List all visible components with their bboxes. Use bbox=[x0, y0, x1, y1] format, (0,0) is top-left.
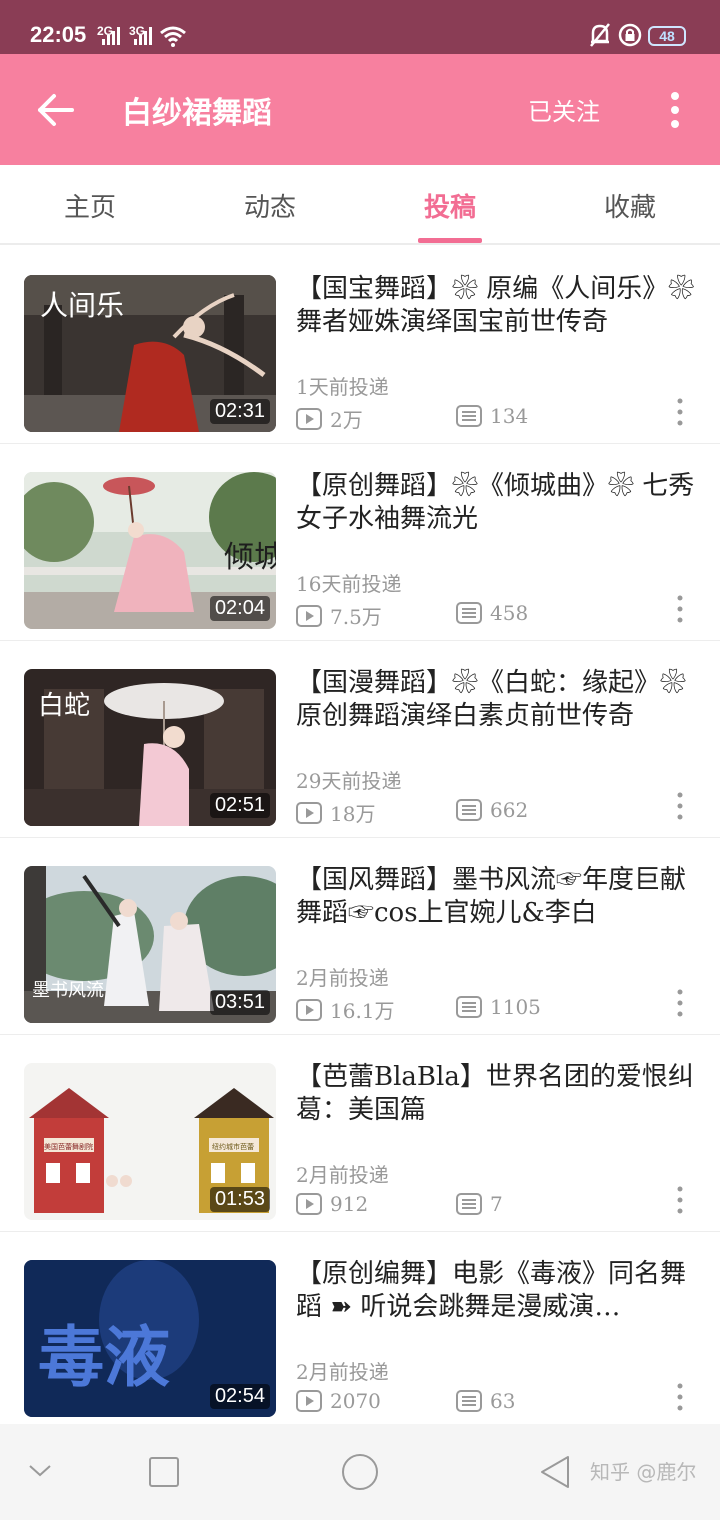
view-count: 912 bbox=[296, 1192, 368, 1216]
play-icon bbox=[296, 1193, 322, 1215]
chevron-down-icon[interactable] bbox=[26, 1460, 54, 1480]
comment-count: 458 bbox=[456, 601, 528, 625]
item-more-icon[interactable] bbox=[672, 791, 688, 821]
thumb-caption: 美国芭蕾舞剧院 bbox=[44, 1142, 93, 1151]
page-title: 白纱裙舞蹈 bbox=[122, 96, 272, 131]
comment-icon bbox=[456, 405, 482, 427]
video-title[interactable]: 【国风舞蹈】墨书风流☞年度巨献舞蹈☞cos上官婉儿&李白 bbox=[296, 864, 696, 930]
video-duration: 01:53 bbox=[209, 1187, 270, 1212]
app-bar: 白纱裙舞蹈 已关注 bbox=[0, 54, 720, 165]
item-more-icon[interactable] bbox=[672, 594, 688, 624]
tab-submissions[interactable]: 投稿 bbox=[360, 187, 540, 224]
comment-count: 134 bbox=[456, 404, 528, 428]
item-more-icon[interactable] bbox=[672, 1382, 688, 1412]
active-tab-indicator bbox=[418, 238, 482, 243]
comment-count: 7 bbox=[456, 1192, 503, 1216]
video-thumbnail[interactable]: 人间乐 02:31 bbox=[24, 275, 276, 432]
video-title[interactable]: 【国宝舞蹈】❀ 原编《人间乐》❀ 舞者娅姝演绎国宝前世传奇 bbox=[296, 273, 696, 339]
video-thumbnail[interactable]: 美国芭蕾舞剧院 纽约城市芭蕾 01:53 bbox=[24, 1063, 276, 1220]
video-duration: 02:04 bbox=[209, 596, 270, 621]
video-post-time: 1天前投递 bbox=[296, 375, 389, 399]
video-post-time: 2月前投递 bbox=[296, 1163, 389, 1187]
status-time: 22:05 bbox=[30, 22, 87, 47]
play-icon bbox=[296, 407, 322, 430]
play-icon bbox=[296, 604, 322, 627]
video-item[interactable]: 白蛇 02:51 【国漫舞蹈】❀《白蛇：缘起》❀ 原创舞蹈演绎白素贞前世传奇 2… bbox=[0, 641, 720, 838]
video-post-time: 2月前投递 bbox=[296, 1360, 389, 1384]
more-vertical-icon[interactable] bbox=[664, 90, 686, 130]
item-more-icon[interactable] bbox=[672, 397, 688, 427]
tab-home[interactable]: 主页 bbox=[0, 187, 180, 224]
system-nav-bar: 知乎 @鹿尔 bbox=[0, 1424, 720, 1520]
view-count: 18万 bbox=[296, 798, 375, 827]
video-item[interactable]: 人间乐 02:31 【国宝舞蹈】❀ 原编《人间乐》❀ 舞者娅姝演绎国宝前世传奇 … bbox=[0, 247, 720, 444]
play-icon bbox=[296, 1390, 322, 1412]
tab-bar: 主页 动态 投稿 收藏 bbox=[0, 165, 720, 245]
battery-indicator: 48 bbox=[648, 26, 686, 46]
comment-count: 662 bbox=[456, 798, 528, 822]
play-icon bbox=[296, 998, 322, 1021]
comment-icon bbox=[456, 799, 482, 821]
signal-icon bbox=[102, 27, 120, 45]
tab-activity[interactable]: 动态 bbox=[180, 187, 360, 224]
item-more-icon[interactable] bbox=[672, 1185, 688, 1215]
comment-count: 63 bbox=[456, 1389, 515, 1413]
thumb-caption: 倾城 bbox=[224, 540, 276, 575]
home-button[interactable] bbox=[340, 1452, 380, 1492]
follow-button[interactable]: 已关注 bbox=[528, 92, 600, 127]
thumb-caption: 人间乐 bbox=[40, 289, 124, 322]
back-triangle-icon[interactable] bbox=[538, 1454, 572, 1490]
video-duration: 02:54 bbox=[209, 1384, 270, 1409]
video-title[interactable]: 【国漫舞蹈】❀《白蛇：缘起》❀ 原创舞蹈演绎白素贞前世传奇 bbox=[296, 667, 696, 733]
comment-icon bbox=[456, 602, 482, 624]
view-count: 16.1万 bbox=[296, 995, 395, 1024]
back-arrow-icon[interactable] bbox=[34, 88, 78, 132]
video-item[interactable]: 毒液 02:54 【原创编舞】电影《毒液》同名舞蹈 ➽ 听说会跳舞是漫威演… 2… bbox=[0, 1232, 720, 1429]
video-item[interactable]: 美国芭蕾舞剧院 纽约城市芭蕾 01:53 【芭蕾BlaBla】世界名团的爱恨纠葛… bbox=[0, 1035, 720, 1232]
video-duration: 02:31 bbox=[209, 399, 270, 424]
video-post-time: 2月前投递 bbox=[296, 966, 389, 990]
video-title[interactable]: 【原创舞蹈】❀《倾城曲》❀ 七秀女子水袖舞流光 bbox=[296, 470, 696, 536]
status-bar: 22:05 2G 3G 48 bbox=[0, 0, 720, 54]
video-title[interactable]: 【芭蕾BlaBla】世界名团的爱恨纠葛：美国篇 bbox=[296, 1061, 696, 1127]
play-icon bbox=[296, 801, 322, 824]
video-item[interactable]: 墨书风流 03:51 【国风舞蹈】墨书风流☞年度巨献舞蹈☞cos上官婉儿&李白 … bbox=[0, 838, 720, 1035]
tab-favorites[interactable]: 收藏 bbox=[540, 187, 720, 224]
comment-icon bbox=[456, 996, 482, 1018]
thumb-caption: 白蛇 bbox=[38, 691, 90, 721]
mute-bell-icon bbox=[590, 23, 610, 47]
video-title[interactable]: 【原创编舞】电影《毒液》同名舞蹈 ➽ 听说会跳舞是漫威演… bbox=[296, 1258, 696, 1324]
video-post-time: 16天前投递 bbox=[296, 572, 402, 596]
thumb-caption-2: 纽约城市芭蕾 bbox=[212, 1142, 254, 1151]
video-thumbnail[interactable]: 毒液 02:54 bbox=[24, 1260, 276, 1417]
lock-rotation-icon bbox=[618, 23, 642, 47]
wifi-icon bbox=[160, 26, 186, 47]
thumb-caption: 毒液 bbox=[38, 1319, 170, 1396]
video-thumbnail[interactable]: 倾城 02:04 bbox=[24, 472, 276, 629]
video-item[interactable]: 倾城 02:04 【原创舞蹈】❀《倾城曲》❀ 七秀女子水袖舞流光 16天前投递 … bbox=[0, 444, 720, 641]
video-thumbnail[interactable]: 墨书风流 03:51 bbox=[24, 866, 276, 1023]
video-post-time: 29天前投递 bbox=[296, 769, 402, 793]
comment-icon bbox=[456, 1193, 482, 1215]
comment-count: 1105 bbox=[456, 995, 541, 1019]
recents-button[interactable] bbox=[148, 1456, 180, 1488]
comment-icon bbox=[456, 1390, 482, 1412]
video-duration: 03:51 bbox=[209, 990, 270, 1015]
view-count: 2万 bbox=[296, 404, 363, 433]
video-thumbnail[interactable]: 白蛇 02:51 bbox=[24, 669, 276, 826]
item-more-icon[interactable] bbox=[672, 988, 688, 1018]
watermark-text: 知乎 @鹿尔 bbox=[590, 1460, 697, 1484]
thumb-caption: 墨书风流 bbox=[32, 980, 104, 1001]
view-count: 7.5万 bbox=[296, 601, 382, 630]
signal-icon-2 bbox=[134, 27, 152, 45]
view-count: 2070 bbox=[296, 1389, 381, 1413]
video-duration: 02:51 bbox=[209, 793, 270, 818]
